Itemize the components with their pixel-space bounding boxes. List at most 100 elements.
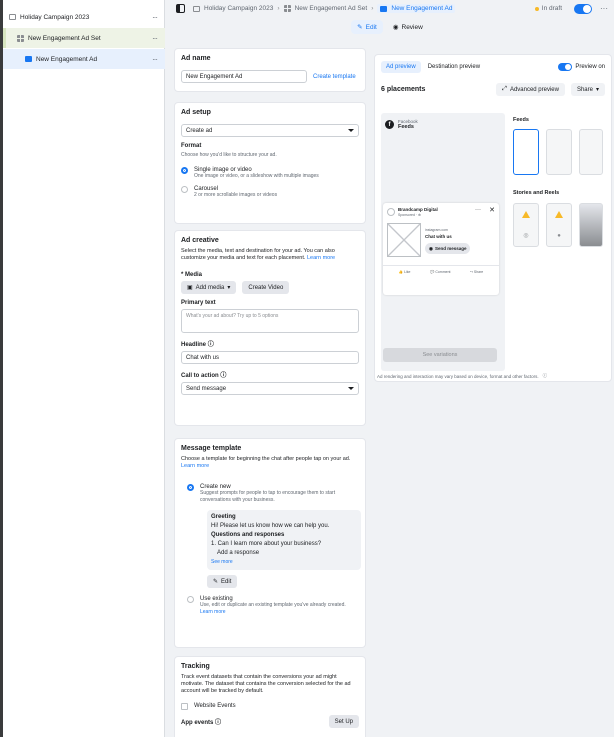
preview-footnote: Ad rendering and interaction may vary ba… (377, 373, 547, 379)
footnote-text: Ad rendering and interaction may vary ba… (377, 373, 539, 379)
thumb-feed-3[interactable] (579, 129, 603, 175)
expand-icon: ⤢ (502, 86, 507, 92)
send-message-label: Send message (434, 246, 467, 251)
eye-icon: ◉ (392, 24, 399, 31)
add-media-label: Add media (195, 284, 225, 291)
see-variations-button[interactable]: See variations (383, 348, 497, 362)
crumb-campaign[interactable]: Holiday Campaign 2023 (193, 5, 273, 12)
radio-unselected[interactable] (187, 596, 194, 603)
format-carousel-option[interactable]: Carousel 2 or more scrollable images or v… (181, 186, 359, 199)
info-icon[interactable]: ⓘ (208, 342, 214, 348)
create-new-desc: Suggest prompts for people to tap to enc… (200, 490, 336, 503)
cta-select[interactable]: Send message (181, 382, 359, 395)
feeds-label: Feeds (398, 124, 414, 130)
website-events-option[interactable]: Website Events (181, 703, 359, 710)
message-template-heading: Message template (181, 445, 242, 452)
share-action[interactable]: ↪ Share (470, 270, 483, 274)
review-tab[interactable]: ◉ Review (387, 20, 429, 34)
adset-grid-icon (283, 5, 291, 12)
see-more-link[interactable]: See more (211, 558, 357, 567)
tab-destination-preview[interactable]: Destination preview (423, 61, 485, 73)
more-icon[interactable]: ··· (475, 207, 481, 213)
learn-more-link[interactable]: Learn more (200, 609, 226, 615)
thumb-feed-1[interactable] (513, 129, 539, 175)
app-events-row: App events ⓘ Set Up (181, 715, 359, 728)
edit-tab[interactable]: ✎ Edit (351, 20, 383, 34)
message-template-desc: Choose a template for beginning the chat… (181, 456, 359, 470)
create-template-link[interactable]: Create template (313, 74, 356, 80)
nav-ad[interactable]: New Engagement Ad ··· (3, 49, 165, 69)
adset-indicator (3, 28, 6, 48)
ad-mock-card: Brandcamp Digital Sponsored · ⊕ ··· ✕ in… (383, 203, 499, 295)
ad-name-card: Ad name New Engagement Ad Create templat… (174, 48, 366, 92)
sponsored-label: Sponsored · ⊕ (398, 213, 421, 217)
more-icon[interactable]: ··· (152, 55, 158, 64)
add-media-button[interactable]: ▣ Add media ▾ (181, 281, 237, 294)
nav-ad-label: New Engagement Ad (36, 55, 98, 63)
info-icon[interactable]: ⓘ (215, 720, 221, 726)
headline-input[interactable]: Chat with us (181, 351, 359, 364)
ad-name-input[interactable]: New Engagement Ad (181, 70, 307, 83)
primary-text-input[interactable]: What's your ad about? Try up to 5 option… (181, 309, 359, 333)
share-button[interactable]: Share ▾ (570, 83, 605, 96)
edit-template-button[interactable]: ✎ Edit (207, 575, 238, 588)
review-label: Review (401, 23, 423, 31)
info-icon[interactable]: ⓘ (543, 373, 548, 379)
thumb-feed-2[interactable] (546, 129, 572, 175)
ad-setup-select[interactable]: Create ad (181, 124, 359, 137)
radio-selected[interactable] (187, 484, 194, 491)
add-response: Add a response (217, 550, 260, 556)
checkbox[interactable] (181, 703, 188, 710)
thumb-story-2[interactable]: ● (546, 203, 572, 247)
divider (383, 265, 499, 266)
message-template-card: Message template Choose a template for b… (174, 438, 366, 648)
draft-toggle[interactable] (574, 3, 592, 14)
send-message-cta[interactable]: ◉ Send message (425, 243, 471, 254)
nav-adset[interactable]: New Engagement Ad Set ··· (3, 28, 165, 48)
thumb-story-3[interactable] (579, 203, 603, 247)
qr-label: Questions and responses (211, 532, 285, 538)
advanced-preview-button[interactable]: ⤢ Advanced preview (496, 83, 565, 96)
crumb-ad-label: New Engagement Ad (391, 5, 453, 12)
close-icon[interactable]: ✕ (489, 206, 495, 214)
draft-status: In draft (534, 5, 562, 12)
app-events-label-row: App events ⓘ (181, 717, 221, 726)
format-single-option[interactable]: Single image or video One image or video,… (181, 167, 359, 180)
toggle-knob (583, 4, 591, 13)
more-icon[interactable]: ··· (152, 34, 158, 43)
create-video-button[interactable]: Create Video (242, 281, 290, 294)
tracking-heading: Tracking (181, 663, 210, 670)
info-icon[interactable]: ⓘ (220, 373, 226, 379)
greeting-text: Hi! Please let us know how we can help y… (211, 523, 330, 529)
thumb-story-1[interactable]: ◎ (513, 203, 539, 247)
placements-count: 6 placements (381, 86, 426, 93)
tab-ad-preview[interactable]: Ad preview (381, 61, 421, 73)
learn-more-link[interactable]: Learn more (307, 255, 335, 261)
pencil-icon: ✎ (357, 24, 363, 31)
app-events-label: App events (181, 720, 214, 726)
advanced-preview-label: Advanced preview (509, 86, 559, 93)
crumb-adset[interactable]: New Engagement Ad Set (283, 5, 367, 12)
toggle-switch[interactable] (558, 63, 573, 71)
comment-action[interactable]: 💬 Comment (430, 270, 451, 274)
use-existing-option[interactable]: Use existing Use, edit or duplicate an ex… (187, 596, 359, 616)
crumb-campaign-label: Holiday Campaign 2023 (204, 5, 274, 12)
preview-on-toggle[interactable]: Preview on (558, 61, 605, 73)
folder-icon (9, 14, 16, 20)
question-item: 1. Can I learn more about your business? (211, 541, 322, 547)
crumb-ad[interactable]: New Engagement Ad (377, 4, 456, 13)
learn-more-link[interactable]: Learn more (181, 463, 209, 469)
radio-selected[interactable] (181, 167, 188, 174)
facebook-icon: f (385, 120, 394, 129)
like-action[interactable]: 👍 Like (399, 270, 411, 274)
sidebar-toggle-icon[interactable] (176, 4, 185, 13)
set-up-button[interactable]: Set Up (328, 715, 359, 728)
more-icon[interactable]: ··· (152, 13, 158, 22)
more-options-icon[interactable]: ··· (600, 4, 608, 13)
radio-unselected[interactable] (181, 186, 188, 193)
nav-campaign[interactable]: Holiday Campaign 2023 ··· (3, 7, 165, 27)
facebook-icon: ● (557, 232, 561, 239)
ad-setup-heading: Ad setup (181, 109, 211, 116)
create-new-option[interactable]: Create new Suggest prompts for people to … (187, 484, 359, 504)
use-existing-desc: Use, edit or duplicate an existing templ… (200, 602, 350, 616)
